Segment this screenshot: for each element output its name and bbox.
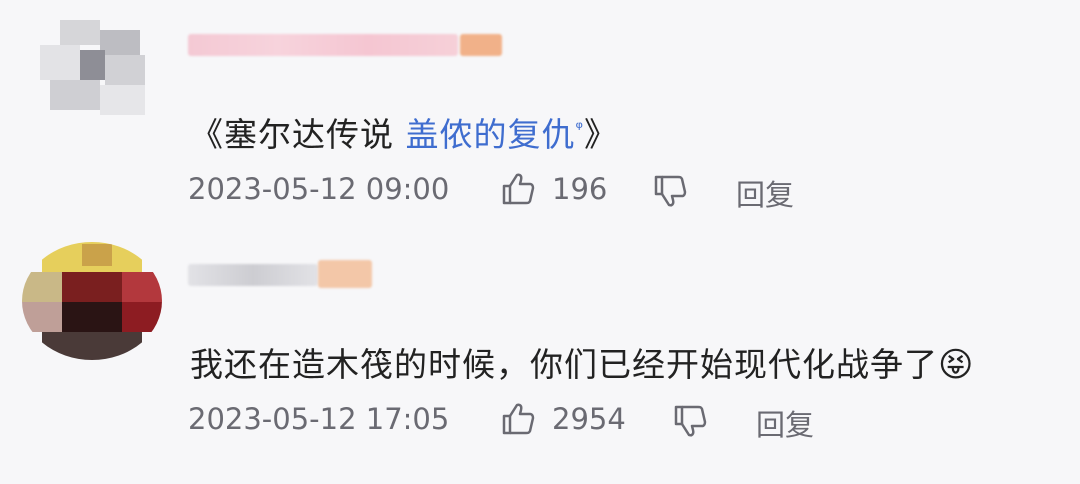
user-badge-blurred [460, 34, 502, 56]
comment-2: 我还在造木筏的时候，你们已经开始现代化战争了😝 2023-05-12 17:05… [0, 230, 1080, 484]
thumbs-down-icon[interactable] [652, 174, 688, 212]
comment-text-content: 我还在造木筏的时候，你们已经开始现代化战争了 [190, 345, 938, 384]
thumbs-up-icon[interactable] [500, 172, 536, 210]
comment-text-prefix: 《塞尔达传说 [190, 115, 406, 154]
timestamp: 2023-05-12 09:00 [188, 172, 450, 206]
username-blurred[interactable] [188, 34, 458, 56]
avatar[interactable] [22, 242, 162, 360]
reply-button[interactable]: 回复 [756, 402, 814, 444]
comment-text-suffix: 》 [583, 115, 618, 154]
comment-text: 我还在造木筏的时候，你们已经开始现代化战争了😝 [190, 338, 974, 386]
user-badge-blurred [318, 260, 372, 288]
username-blurred[interactable] [188, 264, 318, 286]
laughing-emoji: 😝 [938, 345, 975, 385]
timestamp: 2023-05-12 17:05 [188, 402, 450, 436]
search-icon[interactable]: ᵠ [576, 118, 584, 139]
like-count: 2954 [552, 402, 626, 436]
game-link[interactable]: 盖侬的复仇 [406, 115, 576, 154]
comment-1: 《塞尔达传说 盖侬的复仇ᵠ》 2023-05-12 09:00 196 回复 [0, 0, 1080, 230]
avatar[interactable] [40, 20, 150, 120]
comment-text: 《塞尔达传说 盖侬的复仇ᵠ》 [190, 108, 618, 156]
reply-button[interactable]: 回复 [736, 172, 794, 214]
like-count: 196 [552, 172, 608, 206]
thumbs-down-icon[interactable] [672, 404, 708, 442]
thumbs-up-icon[interactable] [500, 402, 536, 440]
